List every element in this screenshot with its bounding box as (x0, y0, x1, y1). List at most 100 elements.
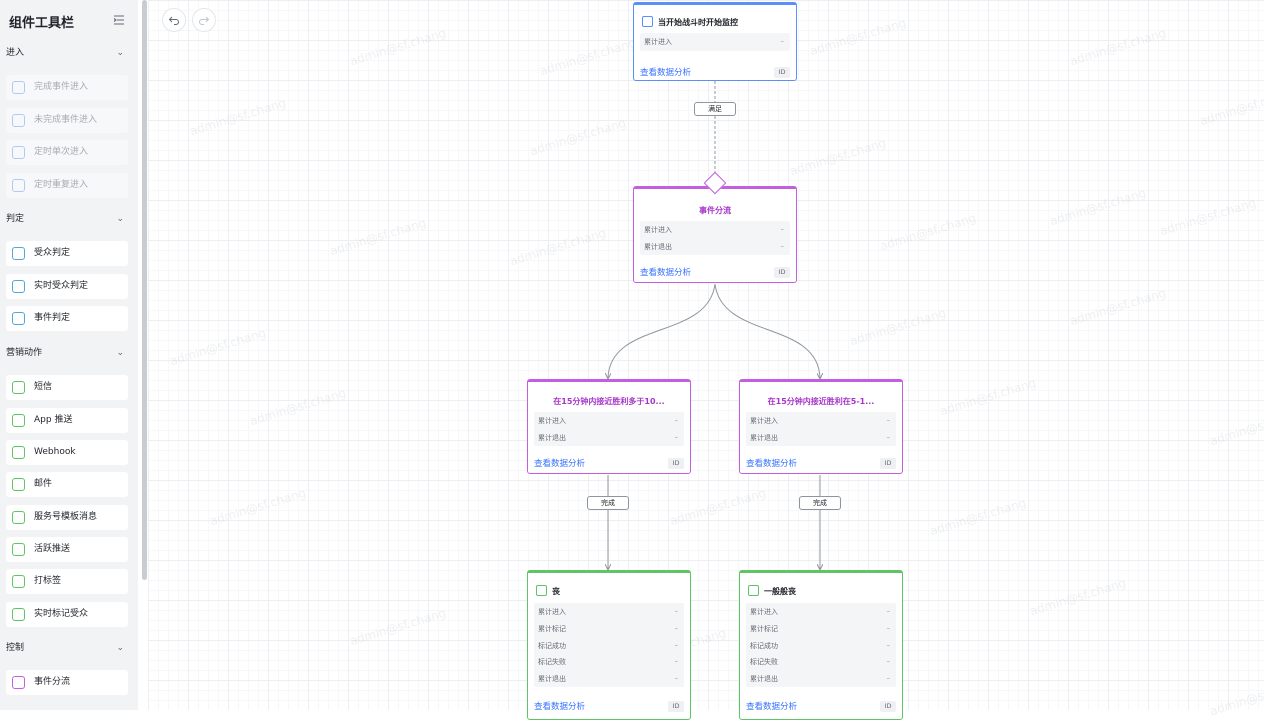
metrics-box: 累计进入 – 累计退出 – (746, 412, 896, 446)
chevron-down-icon[interactable]: ⌄ (116, 637, 124, 659)
metric-value: – (674, 416, 679, 424)
view-analysis-link[interactable]: 查看数据分析 (640, 266, 691, 278)
event-judge-icon (12, 312, 25, 325)
node-id-badge[interactable]: ID (774, 67, 790, 78)
metric-row: 累计进入 – (644, 225, 786, 235)
tool-item-2-6[interactable]: 打标签 (6, 569, 128, 594)
metric-row: 累计标记 – (538, 624, 680, 634)
node-title: 当开始战斗时开始监控 (658, 18, 738, 27)
event-enter-icon (12, 81, 25, 94)
metrics-box: 累计进入 – 累计标记 – 标记成功 – 标记失败 – 累计退出 – (534, 603, 684, 687)
toolbar-header: 组件工具栏 (0, 0, 138, 40)
metric-value: – (674, 623, 679, 632)
tool-item-2-7[interactable]: 实时标记受众 (6, 602, 128, 627)
view-analysis-link[interactable]: 查看数据分析 (640, 66, 691, 78)
node-branch-left[interactable]: 在15分钟内接近胜利多于10... 累计进入 – 累计退出 – 查看数据分析 ID (527, 379, 691, 474)
realtime-audience-icon (12, 280, 25, 293)
chevron-down-icon[interactable]: ⌄ (116, 208, 124, 230)
tool-item-0-3[interactable]: 定时重复进入 (6, 173, 128, 198)
wechat-icon (12, 543, 25, 556)
tool-item-0-1[interactable]: 未完成事件进入 (6, 108, 128, 133)
metric-label: 累计退出 (538, 675, 566, 684)
node-id-badge[interactable]: ID (668, 458, 684, 469)
group-header-1[interactable]: 判定 ⌄ (0, 208, 138, 230)
metric-value: – (674, 674, 679, 683)
node-id-badge[interactable]: ID (774, 267, 790, 278)
metric-row: 标记失败 – (538, 657, 680, 667)
metrics-box: 累计进入 – (640, 33, 790, 51)
group-header-0[interactable]: 进入 ⌄ (0, 42, 138, 64)
metric-row: 累计进入 – (750, 607, 892, 617)
tag-user-icon (12, 575, 25, 588)
edge-split-left (608, 283, 716, 378)
metric-value: – (886, 416, 891, 424)
chevron-down-icon[interactable]: ⌄ (116, 342, 124, 364)
metric-value: – (886, 607, 891, 615)
metric-row: 标记成功 – (750, 641, 892, 651)
tool-item-0-2[interactable]: 定时单次进入 (6, 140, 128, 165)
metric-label: 累计退出 (644, 242, 672, 251)
tool-item-label: 实时受众判定 (34, 281, 89, 291)
chevron-down-icon[interactable]: ⌄ (116, 42, 124, 64)
tag-node-icon (748, 585, 759, 596)
node-action-left[interactable]: 丧累计进入 – 累计标记 – 标记成功 – 标记失败 – 累计退出 – 查看数据分析 ID (527, 570, 691, 720)
node-start[interactable]: 当开始战斗时开始监控累计进入 – 查看数据分析 ID (633, 2, 797, 81)
metric-row: 累计进入 – (538, 607, 680, 617)
view-analysis-link[interactable]: 查看数据分析 (534, 457, 585, 469)
webhook-icon (12, 446, 25, 459)
group-header-3[interactable]: 控制 ⌄ (0, 637, 138, 659)
tool-item-2-4[interactable]: 服务号模板消息 (6, 505, 128, 530)
view-analysis-link[interactable]: 查看数据分析 (746, 457, 797, 469)
node-split[interactable]: 事件分流 累计进入 – 累计退出 – 查看数据分析 ID (633, 171, 797, 283)
metrics-box: 累计进入 – 累计标记 – 标记成功 – 标记失败 – 累计退出 – (746, 603, 896, 687)
event-not-done-icon (12, 114, 25, 127)
tool-item-label: 定时重复进入 (34, 180, 89, 190)
metric-row: 累计退出 – (538, 433, 680, 443)
metric-row: 标记失败 – (750, 657, 892, 667)
tool-item-2-5[interactable]: 活跃推送 (6, 537, 128, 562)
metric-label: 累计进入 (644, 38, 672, 46)
tool-item-label: 事件分流 (34, 677, 71, 687)
collapse-sidebar-icon[interactable] (113, 14, 125, 26)
audience-icon (12, 247, 25, 260)
node-action-right[interactable]: 一般般丧 累计进入 – 累计标记 – 标记成功 – 标记失败 – 累计退出 – 查看数据分析 ID (739, 570, 903, 720)
tool-item-2-1[interactable]: App 推送 (6, 408, 128, 433)
tool-item-2-0[interactable]: 短信 (6, 375, 128, 400)
tool-item-2-2[interactable]: Webhook (6, 440, 128, 465)
metric-label: 标记失败 (538, 658, 566, 667)
edge-label-done-right[interactable]: 完成 (799, 496, 841, 510)
group-label: 判定 (6, 214, 25, 224)
metric-label: 累计退出 (538, 433, 566, 442)
metric-label: 累计进入 (644, 226, 672, 234)
phone-icon (12, 414, 25, 427)
tool-item-label: 事件判定 (34, 313, 71, 323)
edge-label-satisfy[interactable]: 满足 (694, 102, 736, 116)
group-header-2[interactable]: 营销动作 ⌄ (0, 342, 138, 364)
metric-label: 累计退出 (750, 433, 778, 442)
tag-node-icon (536, 585, 547, 596)
metric-value: – (886, 623, 891, 632)
tool-item-3-0[interactable]: 事件分流 (6, 670, 128, 695)
metric-label: 标记失败 (750, 658, 778, 667)
node-id-badge[interactable]: ID (668, 701, 684, 712)
tool-item-label: Webhook (34, 447, 76, 457)
flow-canvas[interactable]: admin@sf.chang admin@sf.chang admin@sf.cha… (148, 0, 1264, 720)
tool-item-label: 打标签 (34, 576, 62, 586)
metric-value: – (886, 432, 891, 441)
metric-value: – (886, 657, 891, 666)
view-analysis-link[interactable]: 查看数据分析 (534, 700, 585, 712)
send-icon (12, 381, 25, 394)
tool-item-1-2[interactable]: 事件判定 (6, 306, 128, 331)
tool-item-0-0[interactable]: 完成事件进入 (6, 75, 128, 100)
edge-label-done-left[interactable]: 完成 (587, 496, 629, 510)
tool-item-1-0[interactable]: 受众判定 (6, 241, 128, 266)
tool-item-2-3[interactable]: 邮件 (6, 472, 128, 497)
node-id-badge[interactable]: ID (880, 701, 896, 712)
sidebar-scrollbar[interactable] (142, 0, 147, 580)
metric-value: – (886, 640, 891, 649)
view-analysis-link[interactable]: 查看数据分析 (746, 700, 797, 712)
tool-item-1-1[interactable]: 实时受众判定 (6, 274, 128, 299)
node-branch-right[interactable]: 在15分钟内接近胜利在5-1... 累计进入 – 累计退出 – 查看数据分析 ID (739, 379, 903, 474)
node-id-badge[interactable]: ID (880, 458, 896, 469)
metrics-box: 累计进入 – 累计退出 – (640, 221, 790, 255)
